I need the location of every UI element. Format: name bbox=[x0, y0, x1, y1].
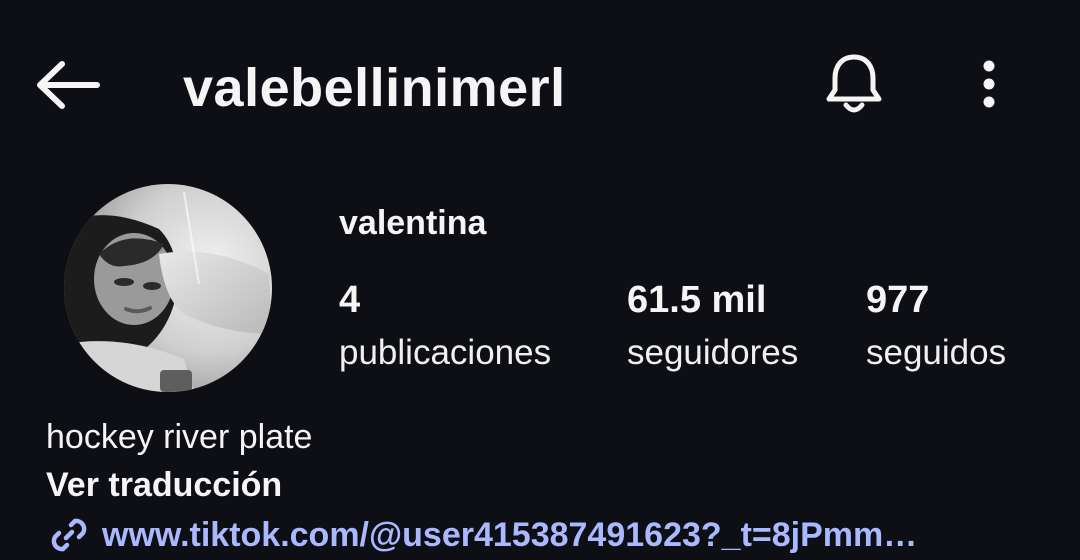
posts-count[interactable]: 4 publicaciones bbox=[339, 277, 551, 377]
followers-count-value: 61.5 mil bbox=[627, 279, 767, 321]
see-translation-link[interactable]: Ver traducción bbox=[46, 462, 282, 508]
posts-count-value: 4 bbox=[339, 279, 361, 321]
followers-count-label: seguidores bbox=[627, 333, 799, 372]
profile-bio: hockey river plate bbox=[46, 418, 313, 456]
profile-external-link[interactable]: www.tiktok.com/@user415387491623?_t=8jPm… bbox=[46, 510, 1046, 560]
arrow-left-icon bbox=[34, 60, 100, 115]
bell-icon bbox=[823, 52, 885, 121]
posts-count-label: publicaciones bbox=[339, 333, 552, 372]
profile-username: valebellinimerl bbox=[183, 58, 566, 118]
display-name: valentina bbox=[339, 204, 487, 242]
top-bar: valebellinimerl bbox=[0, 0, 1080, 175]
following-count-value: 977 bbox=[866, 279, 930, 321]
link-icon bbox=[46, 512, 92, 558]
link-url: www.tiktok.com/@user415387491623?_t=8jPm… bbox=[102, 516, 918, 554]
following-count[interactable]: 977 seguidos bbox=[866, 277, 1006, 377]
back-button[interactable] bbox=[30, 55, 104, 119]
notifications-button[interactable] bbox=[818, 50, 890, 122]
profile-avatar[interactable] bbox=[64, 184, 272, 392]
more-vertical-icon bbox=[982, 60, 996, 113]
more-options-button[interactable] bbox=[958, 50, 1020, 122]
followers-count[interactable]: 61.5 mil seguidores bbox=[627, 277, 798, 377]
following-count-label: seguidos bbox=[866, 333, 1007, 372]
